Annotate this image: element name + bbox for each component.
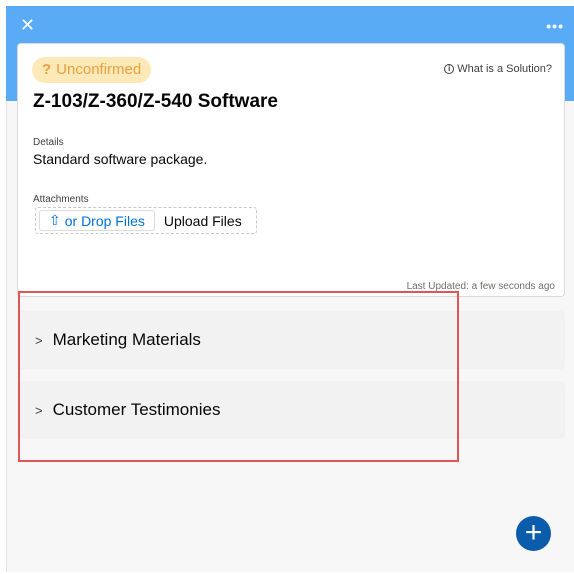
section-label: Customer Testimonies	[52, 400, 221, 419]
help-link[interactable]: i What is a Solution?	[444, 63, 552, 75]
help-link-label[interactable]: What is a Solution?	[457, 63, 552, 75]
chevron-right-icon: >	[35, 332, 43, 348]
upload-files-text: Upload Files	[163, 212, 242, 229]
status-badge-label: Unconfirmed	[56, 61, 142, 78]
more-options-icon[interactable]: •••	[546, 18, 564, 34]
details-value: Standard software package.	[33, 151, 208, 167]
info-icon: i	[444, 64, 455, 74]
last-updated: Last Updated: a few seconds ago	[406, 281, 555, 292]
close-icon[interactable]: ✕	[20, 16, 36, 34]
upload-icon: ⇧	[49, 212, 61, 228]
section-customer-testimonies[interactable]: > Customer Testimonies	[17, 381, 565, 439]
chevron-right-icon: >	[35, 402, 43, 418]
details-label: Details	[33, 137, 64, 148]
attachments-label: Attachments	[33, 194, 89, 205]
section-marketing-materials[interactable]: > Marketing Materials	[17, 311, 565, 369]
question-icon: ?	[42, 61, 52, 78]
upload-button[interactable]: ⇧ or Drop Files	[39, 210, 155, 231]
solution-title: Z-103/Z-360/Z-540 Software	[33, 91, 278, 112]
file-dropzone[interactable]: ⇧ or Drop Files Upload Files	[35, 207, 257, 234]
upload-button-label: or Drop Files	[64, 212, 145, 229]
status-badge: ? Unconfirmed	[32, 57, 152, 83]
section-label: Marketing Materials	[52, 330, 201, 349]
solution-card: ? Unconfirmed i What is a Solution? Z-10…	[17, 43, 565, 297]
add-button[interactable]: +	[516, 516, 551, 551]
